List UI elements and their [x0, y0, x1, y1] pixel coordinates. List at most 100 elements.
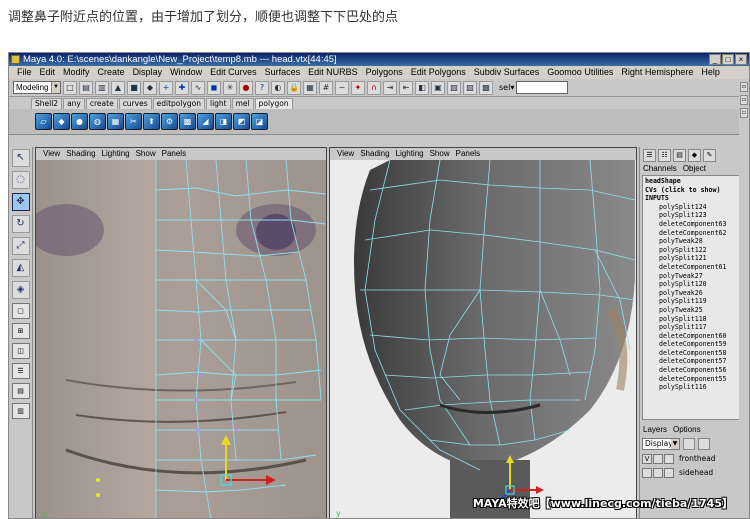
shelf-tab-editpolygon[interactable]: editpolygon [152, 98, 205, 109]
snap-view-plane-icon[interactable]: ∩ [367, 80, 381, 95]
front-menu-view[interactable]: View [40, 148, 63, 160]
shelf-tab-any[interactable]: any [63, 98, 85, 109]
menu-edit-curves[interactable]: Edit Curves [206, 66, 261, 79]
select-dynamics-icon[interactable]: ● [239, 80, 253, 95]
scale-tool-icon[interactable]: ⤢ [11, 237, 30, 255]
list-item[interactable]: deleteComponent58 [645, 349, 737, 358]
list-item[interactable]: polyTweak28 [645, 237, 737, 246]
render-view-icon[interactable]: ▣ [431, 80, 445, 95]
menu-edit-polygons[interactable]: Edit Polygons [407, 66, 470, 79]
persp-menu-panels[interactable]: Panels [453, 148, 483, 160]
input-ops-icon[interactable]: ⇥ [383, 80, 397, 95]
persp-menu-lighting[interactable]: Lighting [393, 148, 427, 160]
list-item[interactable]: polySplit123 [645, 211, 737, 220]
menu-create[interactable]: Create [94, 66, 129, 79]
poly-sphere-icon[interactable]: ● [71, 113, 88, 130]
front-menu-show[interactable]: Show [133, 148, 159, 160]
layer-display-type[interactable] [653, 453, 663, 464]
list-item[interactable]: polyTweak27 [645, 272, 737, 281]
shelf-tab-curves[interactable]: curves [118, 98, 152, 109]
poly-append-icon[interactable]: ▦ [107, 113, 124, 130]
show-both-icon[interactable]: ▤ [673, 148, 686, 162]
select-surfaces-icon[interactable]: ◼ [207, 80, 221, 95]
select-tool-icon[interactable]: ↖ [11, 149, 30, 167]
menu-file[interactable]: File [13, 66, 36, 79]
manipulator-tool-icon[interactable]: ◭ [11, 259, 30, 277]
minimize-button[interactable]: _ [709, 54, 721, 65]
list-item[interactable]: polySplit121 [645, 254, 737, 263]
poly-combine-icon[interactable]: ◩ [233, 113, 250, 130]
select-object-icon[interactable]: ■ [127, 80, 141, 95]
menu-edit[interactable]: Edit [36, 66, 60, 79]
menu-help[interactable]: Help [697, 66, 724, 79]
front-menu-shading[interactable]: Shading [63, 148, 98, 160]
menu-edit-nurbs[interactable]: Edit NURBS [304, 66, 362, 79]
list-item[interactable]: polySplit118 [645, 315, 737, 324]
select-joints-icon[interactable]: ✚ [175, 80, 189, 95]
poly-smooth-icon[interactable]: ◍ [89, 113, 106, 130]
list-item[interactable]: polySplit119 [645, 297, 737, 306]
last-tool-icon[interactable]: ◈ [11, 281, 30, 299]
lock-selection-icon[interactable]: 🔒 [287, 80, 301, 95]
menu-subdiv-surfaces[interactable]: Subdiv Surfaces [470, 66, 544, 79]
tab-channels[interactable]: Channels [643, 163, 677, 174]
menu-goomoo-utilities[interactable]: Goomoo Utilities [543, 66, 617, 79]
new-layer-icon[interactable] [683, 438, 695, 450]
lasso-tool-icon[interactable]: ◌ [11, 171, 30, 189]
layer-row[interactable]: V fronthead [642, 452, 749, 465]
list-item[interactable]: deleteComponent60 [645, 332, 737, 341]
list-item[interactable]: deleteComponent57 [645, 357, 737, 366]
list-item[interactable]: polySplit124 [645, 203, 737, 212]
highlight-selection-icon[interactable]: ▦ [303, 80, 317, 95]
poly-subdivide-icon[interactable]: ▩ [179, 113, 196, 130]
poly-separate-icon[interactable]: ◪ [251, 113, 268, 130]
snap-point-icon[interactable]: ✦ [351, 80, 365, 95]
open-scene-icon[interactable]: ▤ [79, 80, 93, 95]
selection-name-field[interactable] [516, 81, 569, 94]
tool-settings-icon[interactable]: ✎ [703, 148, 716, 162]
list-item[interactable]: deleteComponent59 [645, 340, 737, 349]
persp-menu-shading[interactable]: Shading [357, 148, 392, 160]
show-channel-box-icon[interactable]: ☰ [643, 148, 656, 162]
list-item[interactable]: deleteComponent63 [645, 220, 737, 229]
poly-plane-icon[interactable]: ▱ [35, 113, 52, 130]
shelf-tab-polygon[interactable]: polygon [254, 98, 293, 109]
tab-options[interactable]: Options [673, 424, 701, 435]
panel-toggle-icon[interactable]: ▫ [740, 82, 748, 92]
layer-type-dropdown[interactable]: Display ▼ [642, 438, 680, 450]
menu-window[interactable]: Window [166, 66, 206, 79]
render-current-icon[interactable]: ▧ [447, 80, 461, 95]
layer-row[interactable]: sidehead [642, 466, 749, 479]
persp-menu-view[interactable]: View [334, 148, 357, 160]
render-globals-icon[interactable]: ▩ [479, 80, 493, 95]
ipr-render-icon[interactable]: ▨ [463, 80, 477, 95]
select-handles-icon[interactable]: + [159, 80, 173, 95]
menu-right-hemisphere[interactable]: Right Hemisphere [617, 66, 697, 79]
graph-layout-icon[interactable]: ▤ [11, 383, 30, 399]
shelf-tab-light[interactable]: light [205, 98, 231, 109]
persp-menu-show[interactable]: Show [427, 148, 453, 160]
menu-polygons[interactable]: Polygons [362, 66, 407, 79]
poly-split-icon[interactable]: ✂ [125, 113, 142, 130]
list-item[interactable]: deleteComponent55 [645, 375, 737, 384]
layer-visibility-toggle[interactable] [642, 467, 652, 478]
select-hierarchy-icon[interactable]: ▲ [111, 80, 125, 95]
layer-color-swatch[interactable] [664, 453, 674, 464]
select-component-icon[interactable]: ◆ [143, 80, 157, 95]
poly-mirror-icon[interactable]: ◨ [215, 113, 232, 130]
poly-bevel-icon[interactable]: ◢ [197, 113, 214, 130]
maximize-button[interactable]: □ [722, 54, 734, 65]
snap-curve-icon[interactable]: ∽ [335, 80, 349, 95]
close-button[interactable]: × [735, 54, 747, 65]
new-scene-icon[interactable]: □ [63, 80, 77, 95]
layer-color-swatch[interactable] [664, 467, 674, 478]
hypershade-layout-icon[interactable]: ▥ [11, 403, 30, 419]
select-misc-icon[interactable]: ◐ [271, 80, 285, 95]
rotate-tool-icon[interactable]: ↻ [11, 215, 30, 233]
shelf-tab-create[interactable]: create [85, 98, 118, 109]
poly-extrude-icon[interactable]: ⬆ [143, 113, 160, 130]
select-rendering-icon[interactable]: ? [255, 80, 269, 95]
list-item[interactable]: polySplit117 [645, 323, 737, 332]
list-item[interactable]: deleteComponent61 [645, 263, 737, 272]
layer-visibility-toggle[interactable]: V [642, 453, 652, 464]
